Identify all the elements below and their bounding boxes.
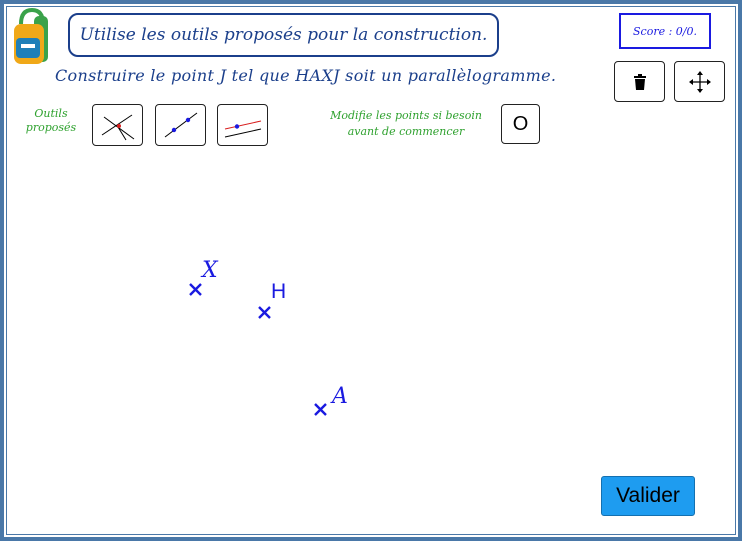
score-box: Score : 0/0.: [619, 13, 711, 49]
tool-parallel-button[interactable]: [217, 104, 268, 146]
instruction-box: Utilise les outils proposés pour la cons…: [68, 13, 499, 57]
point-x-label: X: [202, 258, 218, 283]
modify-label-line2: avant de commencer: [347, 125, 465, 138]
backpack-logo-icon: [14, 8, 48, 64]
valider-button-label: Valider: [616, 484, 680, 507]
delete-button[interactable]: [614, 61, 665, 102]
parallel-line-icon: [224, 120, 261, 138]
tool-line-button[interactable]: [155, 104, 206, 146]
modify-points-button[interactable]: O: [501, 104, 540, 144]
point-h-marker[interactable]: [257, 305, 272, 320]
tools-label: Outils proposés: [14, 107, 88, 135]
point-a-marker[interactable]: [313, 402, 328, 417]
point-x-marker[interactable]: [188, 282, 203, 297]
trash-icon: [633, 73, 646, 90]
instruction-text: Utilise les outils proposés pour la cons…: [79, 25, 488, 45]
point-a-label: A: [332, 384, 348, 409]
line-through-two-points-icon: [164, 112, 197, 138]
move-button[interactable]: [674, 61, 725, 102]
move-arrows-icon: [688, 70, 711, 93]
tools-label-line1: Outils: [34, 107, 68, 120]
point-h-label: H: [271, 280, 287, 303]
tool-compass-button[interactable]: [92, 104, 143, 146]
valider-button[interactable]: Valider: [601, 476, 695, 516]
modify-points-button-label: O: [512, 112, 529, 135]
modify-label-line1: Modifie les points si besoin: [330, 109, 482, 122]
task-statement: Construire le point J tel que HAXJ soit …: [55, 66, 557, 85]
tools-label-line2: proposés: [25, 121, 77, 134]
compass-tool-icon: [101, 114, 134, 141]
modify-points-label: Modifie les points si besoin avant de co…: [312, 108, 500, 140]
score-text: Score : 0/0.: [633, 24, 697, 38]
